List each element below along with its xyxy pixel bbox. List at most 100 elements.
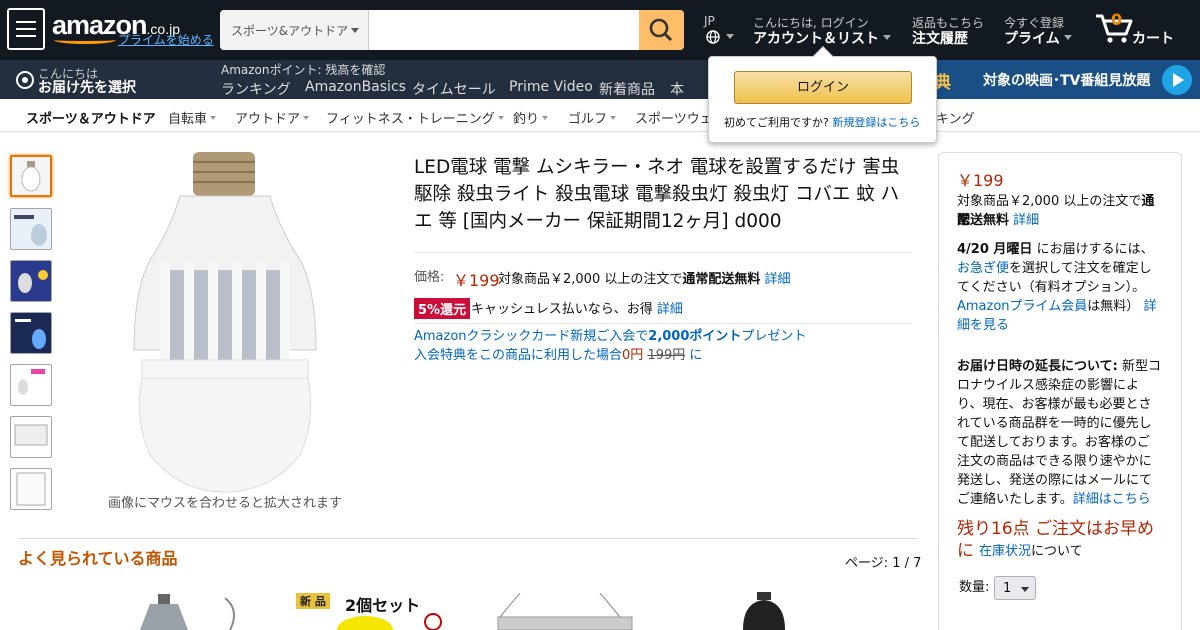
night-thumbnail-image [15, 319, 46, 349]
delay-details-link[interactable]: 詳細はこちら [1073, 492, 1151, 507]
thumbnail-5[interactable] [10, 364, 52, 406]
thumbnail-3[interactable] [10, 260, 52, 302]
buybox-shipping-details-link[interactable]: 詳細 [1013, 213, 1039, 228]
stock-status-line: 在庫状況について [979, 542, 1083, 561]
card-benefit-link[interactable]: 入会特典をこの商品に利用した場合0円 199円 に [414, 346, 702, 365]
related-item-4-image[interactable] [735, 590, 795, 630]
chevron-down-icon [1063, 34, 1072, 44]
shipping-prefix: 対象商品￥2,000 以上の注文で [498, 272, 683, 287]
cashback-line: キャッシュレス払いなら、お得 詳細 [471, 300, 683, 319]
buybox-delivery: 4/20 月曜日 にお届けするには、お急ぎ便を選択して注文を確定してください（有… [957, 240, 1162, 335]
spec-thumbnail-image [16, 472, 46, 506]
package-thumbnail-image [14, 215, 47, 246]
nav-item-timesale[interactable]: タイムセール [412, 79, 496, 99]
thumbnail-7[interactable] [10, 468, 52, 510]
prime-member-link[interactable]: Amazonプライム会員 [957, 299, 1087, 314]
divider [18, 538, 918, 539]
deliver-to-select[interactable]: お届け先を選択 [38, 77, 136, 97]
account-lists-menu[interactable]: アカウント＆リスト [753, 28, 891, 48]
chevron-down-icon [497, 116, 504, 123]
card-benefit-suffix: に [689, 348, 703, 363]
top-navbar: amazon.co.jp プライムを始める スポーツ&アウトドア JP こんにち… [0, 0, 1200, 60]
search-input[interactable] [370, 10, 638, 50]
thumbnail-2[interactable] [10, 208, 52, 250]
search-category-dropdown[interactable]: スポーツ&アウトドア [220, 10, 369, 50]
signup-line: 初めてご利用ですか? 新規登録はこちら [724, 114, 920, 130]
category-golf[interactable]: ゴルフ [568, 108, 617, 127]
delivery-text: にお届けするには、 [1036, 242, 1154, 257]
account-label: アカウント＆リスト [753, 31, 879, 47]
prime-menu[interactable]: プライム [1004, 28, 1072, 48]
points-balance-link[interactable]: Amazonポイント: 残高を確認 [221, 61, 385, 78]
cashback-badge: 5%還元 [414, 298, 471, 319]
related-title: よく見られている商品 [18, 549, 178, 568]
divider [414, 323, 912, 324]
chevron-down-icon [883, 34, 891, 44]
rush-delivery-link[interactable]: お急ぎ便 [957, 261, 1009, 276]
delay-heading: お届け日時の延長について: [957, 359, 1118, 374]
nav-item-amazonbasics[interactable]: AmazonBasics [305, 79, 406, 95]
thumbnail-6[interactable] [10, 416, 52, 458]
related-item-2-image[interactable] [320, 610, 450, 630]
spec-thumbnail-image [14, 424, 48, 446]
prime-start-link[interactable]: プライムを始める [118, 31, 214, 48]
signup-link[interactable]: 新規登録はこちら [832, 116, 920, 129]
nav-item-prime-video[interactable]: Prime Video [509, 79, 593, 95]
info-thumbnail-image [18, 369, 45, 395]
product-title: LED電球 電撃 ムシキラー・ネオ 電球を設置するだけ 害虫駆除 殺虫ライト 殺… [414, 157, 900, 232]
delay-text: 新型コロナウイルス感染症の影響により、現在、お客様が最も必要とされている商品群を… [957, 359, 1161, 507]
category-sportswear[interactable]: スポーツウェ [635, 108, 713, 127]
delivery-date: 4/20 月曜日 [957, 242, 1033, 257]
play-icon [1162, 65, 1192, 95]
category-outdoor[interactable]: アウトドア [235, 108, 310, 127]
nav-item-new-arrivals[interactable]: 新着商品 [599, 79, 655, 99]
lang-code: JP [704, 14, 715, 28]
cashback-details-link[interactable]: 詳細 [657, 302, 683, 317]
chevron-down-icon [303, 116, 310, 123]
search-bar: スポーツ&アウトドア [220, 10, 684, 50]
thumbnail-4[interactable] [10, 312, 52, 354]
nav-item-ranking[interactable]: ランキング [221, 79, 291, 99]
menu-icon[interactable] [7, 8, 45, 50]
first-time-text: 初めてご利用ですか? [724, 116, 829, 129]
stock-status-link[interactable]: 在庫状況 [979, 544, 1031, 559]
banner-text: 対象の映画･TV番組見放題 [983, 73, 1151, 89]
buybox-shipping-text: 対象商品￥2,000 以上の注文で [957, 194, 1142, 209]
category-fishing[interactable]: 釣り [513, 108, 549, 127]
chevron-down-icon [542, 116, 549, 123]
logo-smile-icon [54, 36, 116, 44]
card-offer-link[interactable]: Amazonクラシックカード新規ご入会で2,000ポイントプレゼント [414, 327, 806, 346]
product-main-image[interactable] [120, 150, 330, 495]
quantity-value: 1 [1003, 581, 1012, 596]
search-button[interactable] [639, 10, 684, 50]
related-page-indicator: ページ: 1 / 7 [845, 556, 922, 571]
bulb-thumbnail-image [21, 161, 41, 192]
search-category-label: スポーツ&アウトドア [231, 24, 349, 38]
quantity-label: 数量: [959, 580, 990, 595]
category-more[interactable]: キング [936, 108, 975, 127]
price-label: 価格: [414, 270, 445, 285]
category-bicycle[interactable]: 自転車 [168, 108, 217, 127]
login-button[interactable]: ログイン [734, 71, 912, 104]
location-pin-icon [16, 71, 34, 89]
globe-icon[interactable] [706, 30, 720, 44]
thumbnail-1[interactable] [10, 155, 52, 197]
category-label: 自転車 [168, 112, 208, 127]
orders-link[interactable]: 注文履歴 [912, 28, 968, 48]
nav-item-books[interactable]: 本 [670, 79, 684, 99]
buybox-shipping-2: 配送無料 詳細 [957, 211, 1039, 230]
category-sports-outdoor[interactable]: スポーツ＆アウトドア [26, 108, 156, 127]
category-fitness[interactable]: フィットネス・トレーニング [326, 108, 504, 127]
divider [414, 252, 912, 253]
quantity-select[interactable]: 1 [994, 576, 1036, 600]
category-label: フィットネス・トレーニング [326, 112, 495, 127]
shipping-details-link[interactable]: 詳細 [765, 272, 791, 287]
cart-label[interactable]: カート [1132, 28, 1174, 48]
buybox-shipping-free-2: 配送無料 [957, 213, 1010, 228]
related-item-1-image[interactable] [130, 590, 260, 630]
related-item-3-image[interactable] [490, 593, 640, 630]
prime-video-banner[interactable]: 典 対象の映画･TV番組見放題 [928, 60, 1200, 99]
product-price: ￥199 [453, 271, 500, 290]
feature-thumbnail-image [18, 270, 48, 293]
chevron-down-icon [1021, 587, 1029, 596]
